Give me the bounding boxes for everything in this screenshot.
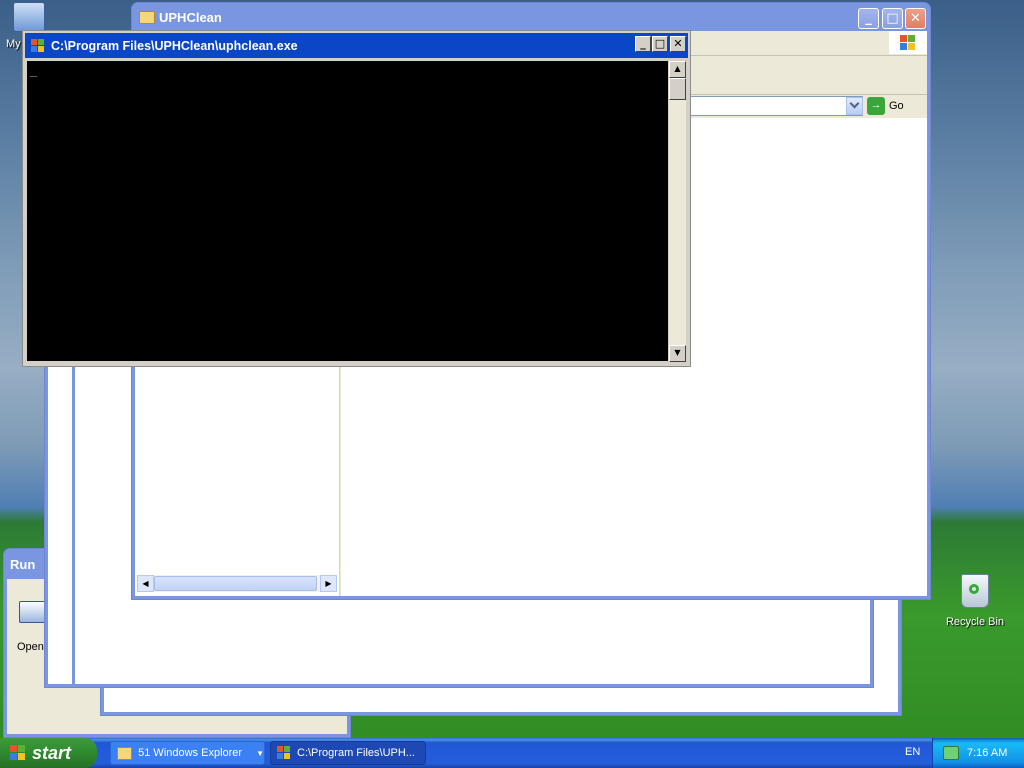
scroll-thumb[interactable] bbox=[154, 576, 317, 591]
console-minimize-button[interactable]: _ bbox=[635, 36, 651, 52]
run-title: Run bbox=[10, 556, 36, 572]
network-icon[interactable] bbox=[943, 746, 959, 760]
go-label: Go bbox=[889, 100, 904, 112]
my-computer-desktop-icon[interactable]: My bbox=[4, 2, 54, 50]
taskbar-item-console-label: C:\Program Files\UPH... bbox=[297, 747, 415, 759]
uphclean-titlebar[interactable]: UPHClean bbox=[132, 3, 930, 31]
folder-icon bbox=[139, 10, 155, 24]
run-program-icon bbox=[19, 601, 47, 623]
console-output[interactable]: _ bbox=[27, 61, 668, 361]
minimize-icon: _ bbox=[640, 37, 646, 50]
recycle-bin-label: Recycle Bin bbox=[945, 616, 1005, 628]
computer-icon bbox=[13, 2, 45, 32]
chevron-down-icon: ▼ bbox=[256, 748, 264, 758]
console-titlebar[interactable]: C:\Program Files\UPHClean\uphclean.exe bbox=[25, 33, 688, 58]
my-computer-label: My bbox=[6, 38, 21, 50]
console-vertical-scrollbar[interactable]: ▲ ▼ bbox=[669, 61, 686, 362]
taskbar-item-windows-explorer[interactable]: 51 Windows Explorer ▼ bbox=[110, 741, 265, 765]
console-window: C:\Program Files\UPHClean\uphclean.exe _… bbox=[22, 30, 691, 367]
recycle-bin-desktop-icon[interactable]: Recycle Bin bbox=[940, 574, 1010, 628]
taskbar-item-explorer-label: 51 Windows Explorer bbox=[138, 747, 243, 759]
system-tray: 7:16 AM bbox=[932, 738, 1024, 768]
go-button[interactable]: → Go bbox=[867, 96, 917, 116]
scroll-right-button[interactable]: ▶ bbox=[320, 575, 337, 592]
windows-logo-icon bbox=[889, 31, 927, 54]
maximize-icon: □ bbox=[654, 37, 666, 50]
scroll-down-button[interactable]: ▼ bbox=[669, 345, 686, 362]
scroll-up-icon: ▲ bbox=[674, 64, 681, 73]
explorer-close-button[interactable]: ✕ bbox=[905, 8, 926, 29]
chevron-down-icon bbox=[849, 98, 860, 109]
start-button[interactable]: start bbox=[0, 738, 97, 768]
windows-flag-icon bbox=[10, 745, 26, 761]
explorer-minimize-button[interactable]: _ bbox=[858, 8, 879, 29]
maximize-icon: □ bbox=[886, 11, 899, 26]
scroll-left-button[interactable]: ◀ bbox=[137, 575, 154, 592]
clock[interactable]: 7:16 AM bbox=[967, 747, 1007, 759]
scroll-left-icon: ◀ bbox=[142, 579, 149, 588]
address-dropdown-button[interactable] bbox=[846, 97, 863, 115]
start-label: start bbox=[32, 742, 72, 763]
console-maximize-button[interactable]: □ bbox=[652, 36, 668, 52]
console-cursor: _ bbox=[30, 63, 38, 77]
scroll-up-button[interactable]: ▲ bbox=[669, 61, 686, 78]
console-app-icon bbox=[31, 38, 45, 53]
console-title: C:\Program Files\UPHClean\uphclean.exe bbox=[51, 38, 298, 53]
scroll-down-icon: ▼ bbox=[674, 348, 681, 357]
console-scroll-thumb[interactable] bbox=[669, 78, 686, 100]
close-icon: ✕ bbox=[910, 11, 921, 26]
folders-horizontal-scrollbar[interactable]: ◀ ▶ bbox=[137, 575, 337, 592]
folder-icon bbox=[117, 746, 133, 760]
go-arrow-icon: → bbox=[867, 97, 885, 115]
run-open-label: Open bbox=[17, 641, 44, 653]
recycle-bin-icon bbox=[961, 574, 989, 608]
language-indicator[interactable]: EN bbox=[905, 746, 920, 758]
close-icon: ✕ bbox=[673, 37, 683, 50]
console-app-icon bbox=[277, 746, 291, 760]
console-close-button[interactable]: ✕ bbox=[670, 36, 686, 52]
scroll-right-icon: ▶ bbox=[325, 579, 332, 588]
taskbar-item-console[interactable]: C:\Program Files\UPH... bbox=[270, 741, 426, 765]
explorer-maximize-button[interactable]: □ bbox=[882, 8, 903, 29]
minimize-icon: _ bbox=[865, 11, 872, 26]
uphclean-title: UPHClean bbox=[159, 9, 222, 25]
